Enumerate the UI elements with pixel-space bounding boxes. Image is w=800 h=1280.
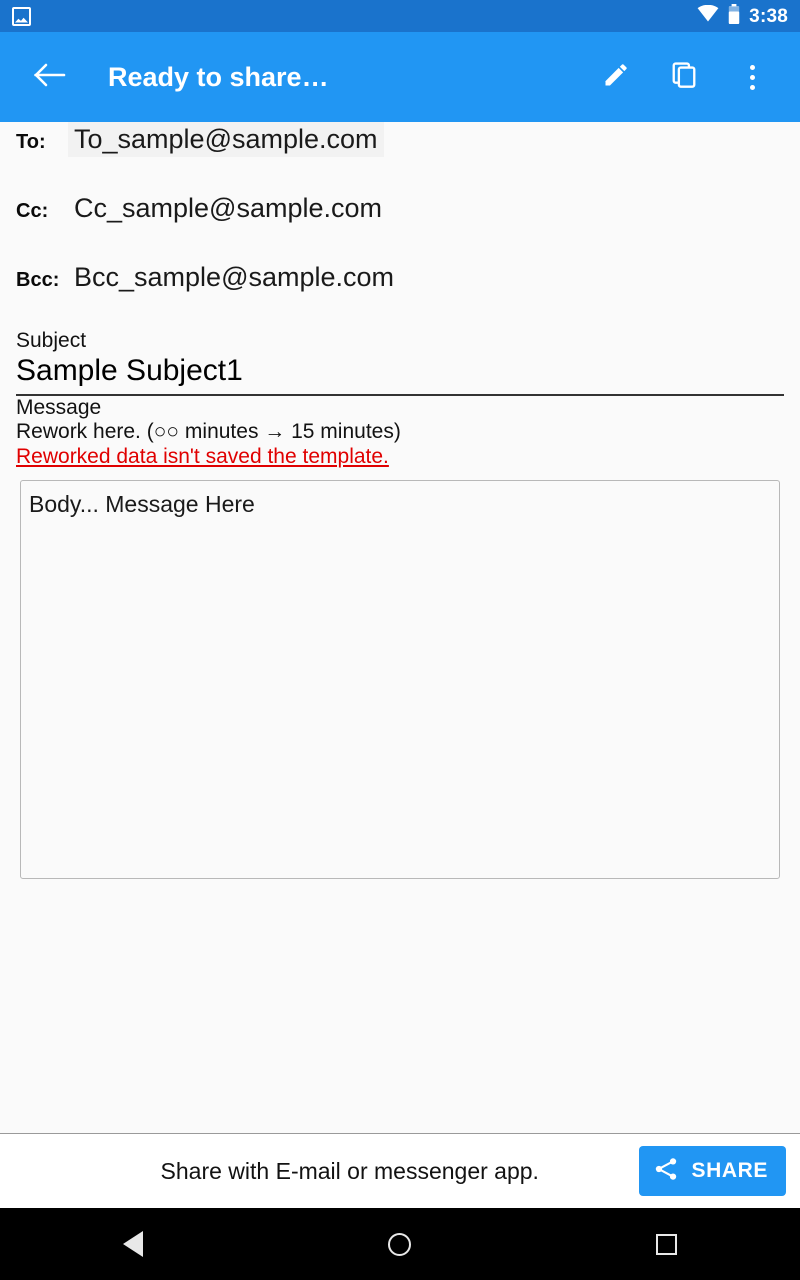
bcc-row: Bcc: Bcc_sample@sample.com <box>0 260 800 329</box>
to-input[interactable]: To_sample@sample.com <box>68 122 384 157</box>
cc-label: Cc: <box>16 200 49 222</box>
cc-row: Cc: Cc_sample@sample.com <box>0 191 800 260</box>
status-bar-right: 3:38 <box>697 3 788 29</box>
wifi-icon <box>697 4 719 27</box>
share-bar: Share with E-mail or messenger app. SHAR… <box>0 1134 800 1208</box>
pencil-icon <box>602 61 630 94</box>
message-body-input[interactable]: Body... Message Here <box>20 479 780 879</box>
share-icon <box>653 1156 679 1187</box>
copy-button[interactable] <box>660 53 708 101</box>
share-button[interactable]: SHARE <box>639 1146 786 1196</box>
more-vertical-icon <box>749 64 755 90</box>
recents-square-icon <box>656 1233 678 1255</box>
message-warning: Reworked data isn't saved the template. <box>16 445 389 469</box>
share-hint-text: Share with E-mail or messenger app. <box>160 1157 539 1184</box>
page-title: Ready to share… <box>108 61 329 92</box>
app-bar-actions <box>592 53 776 101</box>
to-label: To: <box>16 131 46 153</box>
edit-button[interactable] <box>592 53 640 101</box>
nav-recents-button[interactable] <box>632 1214 702 1274</box>
nav-back-button[interactable] <box>98 1214 168 1274</box>
bcc-label: Bcc: <box>16 269 60 291</box>
share-button-label: SHARE <box>691 1159 768 1182</box>
to-row: To: To_sample@sample.com <box>0 122 800 191</box>
back-triangle-icon <box>123 1231 144 1257</box>
copy-icon <box>670 61 698 94</box>
app-bar: Ready to share… <box>0 32 800 122</box>
status-bar-left <box>12 6 31 26</box>
status-bar: 3:38 <box>0 0 800 32</box>
message-body-text: Body... Message Here <box>29 490 255 517</box>
nav-home-button[interactable] <box>365 1214 435 1274</box>
cc-input[interactable]: Cc_sample@sample.com <box>68 191 388 226</box>
android-nav-bar <box>0 1208 800 1280</box>
bcc-input[interactable]: Bcc_sample@sample.com <box>68 260 400 295</box>
subject-input[interactable]: Sample Subject1 <box>0 353 800 388</box>
back-button[interactable] <box>28 55 72 99</box>
image-notification-icon <box>12 6 31 26</box>
message-label: Message <box>16 396 102 420</box>
status-bar-clock: 3:38 <box>749 5 788 27</box>
compose-form: To: To_sample@sample.com Cc: Cc_sample@s… <box>0 122 800 1133</box>
home-circle-icon <box>388 1232 412 1256</box>
message-note: Rework here. (○○ minutes → 15 minutes) <box>16 420 401 444</box>
subject-label: Subject <box>16 329 87 352</box>
app-root: 3:38 Ready to share… To: To_sample@sampl… <box>0 0 800 1280</box>
battery-icon <box>728 3 740 29</box>
overflow-button[interactable] <box>728 53 776 101</box>
back-arrow-icon <box>34 62 66 93</box>
